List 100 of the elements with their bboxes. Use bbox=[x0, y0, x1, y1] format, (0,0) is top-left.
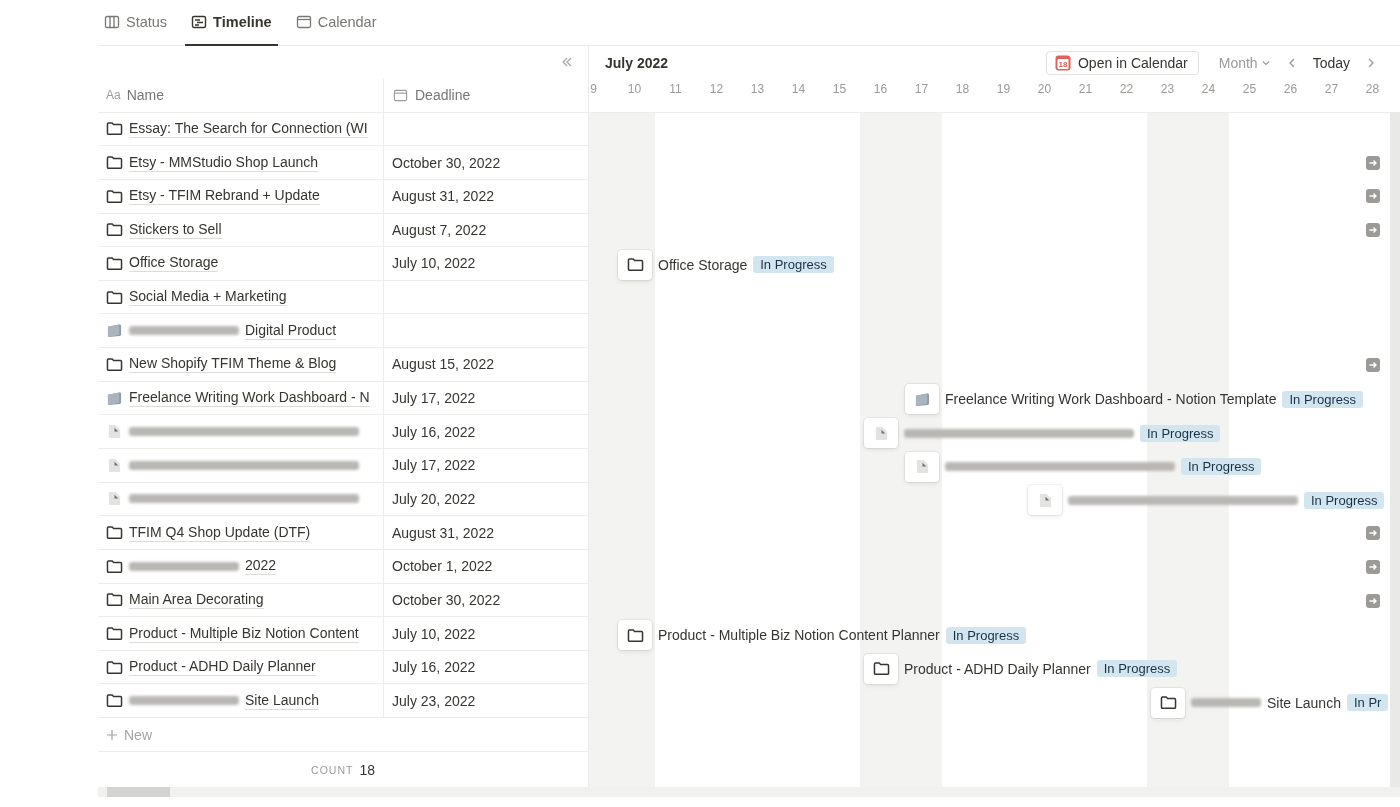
deadline-date: July 23, 2022 bbox=[392, 692, 476, 709]
calendar-icon: 18 bbox=[1054, 54, 1071, 71]
day-label: 18 bbox=[954, 81, 971, 98]
view-tab[interactable]: Timeline bbox=[185, 0, 278, 46]
page-link[interactable]: Etsy - MMStudio Shop Launch bbox=[129, 153, 319, 172]
deadline-date: August 31, 2022 bbox=[392, 188, 494, 205]
page-link[interactable]: New Shopify TFIM Theme & Blog bbox=[129, 355, 337, 374]
deadline-date: July 16, 2022 bbox=[392, 423, 476, 440]
deadline-date: August 31, 2022 bbox=[392, 524, 494, 541]
timeline-item-title[interactable]: Office Storage bbox=[658, 256, 748, 273]
day-label: 27 bbox=[1323, 81, 1340, 98]
arrow-right-icon[interactable] bbox=[1366, 189, 1380, 204]
page-link[interactable]: Product - Multiple Biz Notion Content bbox=[129, 624, 359, 643]
deadline-date: August 7, 2022 bbox=[392, 221, 487, 238]
page-link[interactable]: Product - ADHD Daily Planner bbox=[129, 658, 316, 677]
day-label: 26 bbox=[1282, 81, 1299, 98]
page-link[interactable]: Main Area Decorating bbox=[129, 590, 264, 609]
count-value: 18 bbox=[359, 762, 375, 779]
day-label: 21 bbox=[1077, 81, 1094, 98]
timeline-item-title[interactable]: Product - Multiple Biz Notion Content Planner bbox=[658, 627, 940, 644]
status-tag: In Progress bbox=[1282, 390, 1363, 408]
board-icon bbox=[104, 14, 120, 30]
folder-icon bbox=[106, 255, 123, 271]
day-label: 11 bbox=[668, 81, 683, 98]
folder-icon bbox=[626, 627, 644, 643]
deadline-date: July 10, 2022 bbox=[392, 625, 476, 642]
page-icon-card[interactable] bbox=[1151, 687, 1185, 718]
open-in-calendar-button[interactable]: 18 Open in Calendar bbox=[1045, 50, 1199, 75]
day-label: 17 bbox=[913, 81, 930, 98]
column-header[interactable]: Name bbox=[126, 87, 165, 104]
page-icon-card[interactable] bbox=[618, 620, 652, 651]
deadline-date: July 20, 2022 bbox=[392, 490, 476, 507]
day-label: 22 bbox=[1118, 81, 1135, 98]
document-icon bbox=[106, 491, 123, 507]
day-label: 20 bbox=[1036, 81, 1053, 98]
status-tag: In Progress bbox=[1096, 660, 1178, 678]
timeline-item-title[interactable]: Freelance Writing Work Dashboard - Notion Template bbox=[945, 391, 1277, 408]
month-title: July 2022 bbox=[605, 54, 669, 71]
vertical-scrollbar[interactable] bbox=[1390, 112, 1400, 788]
view-tab[interactable]: Status bbox=[98, 0, 174, 46]
folder-icon bbox=[106, 592, 123, 608]
page-icon-card[interactable] bbox=[618, 249, 652, 280]
deadline-date: August 15, 2022 bbox=[392, 356, 494, 373]
arrow-right-icon[interactable] bbox=[1366, 223, 1380, 238]
scrollbar-thumb[interactable] bbox=[107, 787, 170, 797]
day-label: 16 bbox=[872, 81, 889, 98]
page-link[interactable]: 2022 bbox=[245, 557, 277, 576]
deadline-date: October 30, 2022 bbox=[392, 591, 501, 608]
folder-icon bbox=[106, 289, 123, 305]
deadline-date: July 17, 2022 bbox=[392, 457, 476, 474]
folder-icon bbox=[106, 323, 123, 339]
day-label: 19 bbox=[995, 81, 1012, 98]
folder-icon bbox=[106, 356, 123, 372]
folder-icon bbox=[106, 121, 123, 137]
page-link[interactable]: Stickers to Sell bbox=[129, 220, 222, 239]
page-link[interactable]: Site Launch bbox=[245, 691, 319, 710]
today-button[interactable]: Today bbox=[1306, 53, 1356, 72]
plus-icon bbox=[106, 728, 118, 741]
day-label: 15 bbox=[831, 81, 848, 98]
timeline-item-title[interactable]: Product - ADHD Daily Planner bbox=[904, 660, 1091, 677]
folder-icon bbox=[106, 626, 123, 641]
status-tag: In Progress bbox=[1304, 491, 1385, 509]
folder-icon bbox=[106, 390, 123, 406]
document-icon bbox=[106, 424, 123, 440]
folder-icon bbox=[106, 659, 123, 675]
page-link[interactable]: TFIM Q4 Shop Update (DTF) bbox=[129, 523, 311, 542]
page-icon-card[interactable] bbox=[864, 653, 898, 684]
day-label: 24 bbox=[1200, 81, 1217, 98]
count-label: COUNT bbox=[311, 764, 354, 777]
timeline-item-title[interactable]: Site Launch bbox=[1267, 694, 1341, 711]
arrow-right-icon[interactable] bbox=[1366, 593, 1380, 608]
folder-icon bbox=[106, 558, 123, 574]
arrow-right-icon[interactable] bbox=[1366, 559, 1380, 574]
view-tab[interactable]: Calendar bbox=[289, 0, 383, 46]
arrow-right-icon[interactable] bbox=[1366, 526, 1380, 541]
day-label: 28 bbox=[1364, 81, 1381, 98]
status-tag: In Progress bbox=[945, 626, 1027, 644]
folder-icon bbox=[106, 155, 123, 171]
deadline-date: July 17, 2022 bbox=[392, 390, 476, 407]
page-link[interactable]: Social Media + Marketing bbox=[129, 288, 287, 307]
deadline-date: July 16, 2022 bbox=[392, 659, 476, 676]
page-link[interactable]: Essay: The Search for Connection (WI bbox=[129, 119, 368, 138]
text-type-icon: Aa bbox=[106, 88, 121, 103]
day-label: 14 bbox=[790, 81, 807, 98]
deadline-date: October 30, 2022 bbox=[392, 154, 501, 171]
deadline-date: October 1, 2022 bbox=[392, 558, 493, 575]
arrow-right-icon[interactable] bbox=[1366, 155, 1380, 170]
timeline-icon bbox=[191, 14, 208, 30]
column-header[interactable]: Deadline bbox=[415, 87, 471, 104]
day-label: 23 bbox=[1159, 81, 1176, 98]
folder-icon bbox=[626, 257, 644, 273]
horizontal-scrollbar[interactable] bbox=[98, 787, 1400, 797]
folder-icon bbox=[106, 525, 123, 541]
page-link[interactable]: Freelance Writing Work Dashboard - N bbox=[129, 389, 370, 408]
page-link[interactable]: Etsy - TFIM Rebrand + Update bbox=[129, 187, 320, 206]
page-link[interactable]: Office Storage bbox=[129, 254, 219, 273]
document-icon bbox=[106, 457, 123, 473]
page-link[interactable]: Digital Product bbox=[245, 321, 337, 340]
arrow-right-icon[interactable] bbox=[1366, 357, 1380, 372]
folder-icon bbox=[106, 222, 123, 238]
